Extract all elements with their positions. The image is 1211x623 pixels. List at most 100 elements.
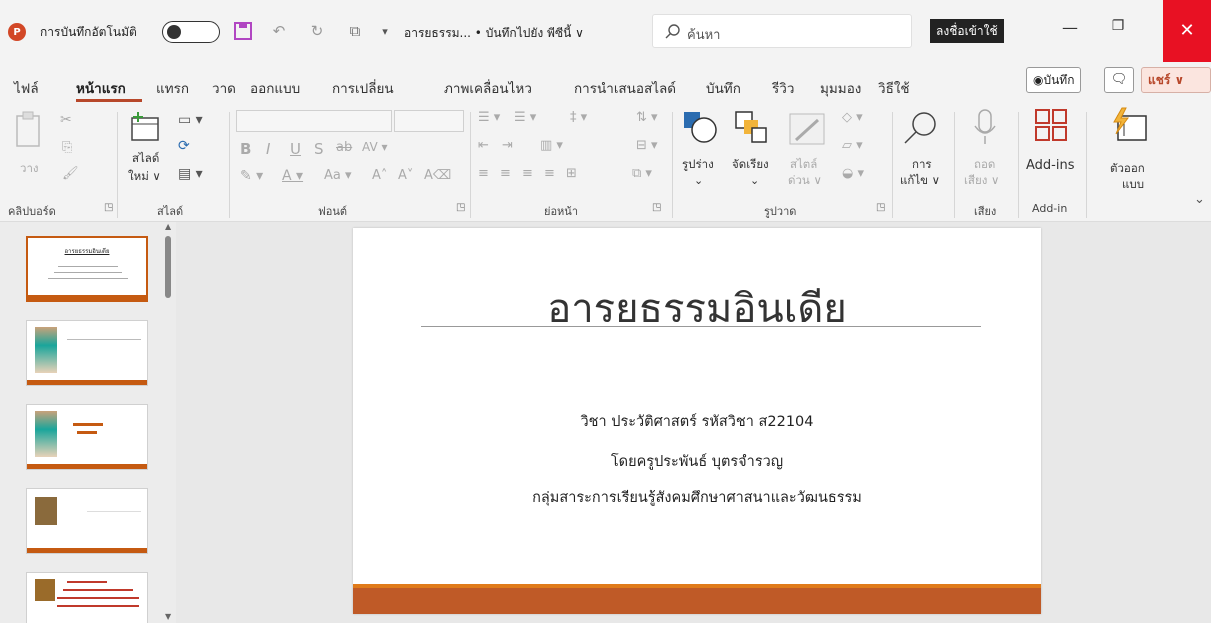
arrange-icon[interactable] — [734, 110, 770, 147]
find-icon[interactable] — [902, 110, 938, 149]
present-icon[interactable]: ⧉ — [344, 19, 366, 43]
tab-review[interactable]: รีวิว — [772, 77, 794, 99]
shapes-icon[interactable] — [682, 110, 718, 147]
font-launcher-icon[interactable]: ◳ — [456, 202, 465, 213]
quick-styles-dropdown[interactable]: ด่วน ∨ — [788, 172, 822, 190]
shape-outline-icon[interactable]: ▱ ▾ — [842, 138, 863, 153]
align-center-icon[interactable]: ≡ — [500, 166, 511, 181]
maximize-button[interactable]: ❐ — [1098, 18, 1138, 46]
line-spacing-icon[interactable]: ‡ ▾ — [570, 110, 587, 125]
slide-thumbnail-1[interactable]: อารยธรรมอินเดีย — [26, 236, 148, 302]
tab-home[interactable]: หน้าแรก — [76, 77, 126, 99]
scrollbar-thumb[interactable] — [165, 236, 171, 298]
customize-toolbar-icon[interactable]: ▾ — [374, 19, 396, 43]
slide-thumbnail-4[interactable] — [26, 488, 148, 554]
tab-view[interactable]: มุมมอง — [820, 77, 861, 99]
bullets-icon[interactable]: ☰ ▾ — [478, 110, 500, 125]
columns-icon[interactable]: ▥ ▾ — [540, 138, 563, 153]
share-button[interactable]: แชร์ ∨ — [1141, 67, 1211, 93]
shapes-dropdown-icon[interactable]: ⌄ — [694, 174, 703, 187]
align-text-icon[interactable]: ⊟ ▾ — [636, 138, 658, 153]
tab-slideshow[interactable]: การนำเสนอสไลด์ — [574, 77, 676, 99]
collapse-ribbon-icon[interactable]: ⌄ — [1194, 192, 1205, 207]
smartart-icon[interactable]: ⧉ ▾ — [632, 166, 652, 181]
shadow-icon[interactable]: S — [314, 140, 324, 158]
search-input[interactable]: ค้นหา — [652, 14, 912, 48]
increase-font-icon[interactable]: A˄ — [372, 168, 387, 183]
slide-thumbnail-3[interactable] — [26, 404, 148, 470]
tab-help[interactable]: วิธีใช้ — [878, 77, 910, 99]
italic-icon[interactable]: I — [266, 140, 270, 158]
new-slide-icon[interactable] — [128, 110, 162, 147]
document-title[interactable]: อารยธรรม... • บันทึกไปยัง พีซีนี้ ∨ — [404, 24, 584, 43]
redo-icon[interactable]: ↻ — [306, 19, 328, 43]
font-color-icon[interactable]: A ▾ — [282, 168, 303, 184]
autosave-toggle[interactable] — [162, 21, 220, 43]
tab-insert[interactable]: แทรก — [156, 77, 189, 99]
font-name-select[interactable] — [236, 110, 392, 132]
paragraph-launcher-icon[interactable]: ◳ — [652, 202, 661, 213]
undo-icon[interactable]: ↶ — [268, 19, 290, 43]
change-case-icon[interactable]: Aa ▾ — [324, 168, 352, 183]
quick-styles-icon[interactable] — [788, 110, 828, 149]
slide-title[interactable]: อารยธรรมอินเดีย — [353, 276, 1041, 340]
shapes-label[interactable]: รูปร่าง — [682, 156, 714, 174]
layout-icon[interactable]: ▭ ▾ — [178, 112, 203, 128]
slide-thumbnail-5[interactable] — [26, 572, 148, 623]
new-slide-dropdown[interactable]: ใหม่ ∨ — [128, 168, 161, 186]
text-direction-icon[interactable]: ⇅ ▾ — [636, 110, 658, 125]
close-button[interactable]: ✕ — [1163, 0, 1211, 62]
sign-in-button[interactable]: ลงชื่อเข้าใช้ — [930, 19, 1004, 43]
add-ins-label[interactable]: Add-ins — [1026, 158, 1074, 173]
designer-icon[interactable] — [1110, 106, 1150, 147]
character-spacing-icon[interactable]: AV ▾ — [362, 140, 388, 154]
tab-draw[interactable]: วาด — [212, 77, 236, 99]
paste-icon[interactable] — [14, 110, 44, 153]
record-button[interactable]: ◉บันทึก — [1026, 67, 1082, 93]
slide-subtitle-line3[interactable]: กลุ่มสาระการเรียนรู้สังคมศึกษาศาสนาและวั… — [353, 486, 1041, 509]
cut-icon[interactable]: ✂ — [60, 112, 72, 128]
distributed-icon[interactable]: ⊞ — [566, 166, 577, 181]
scroll-down-icon[interactable]: ▼ — [165, 612, 171, 621]
tab-transitions[interactable]: การเปลี่ยน — [332, 77, 394, 99]
slide-canvas[interactable]: อารยธรรมอินเดีย วิชา ประวัติศาสตร์ รหัสว… — [353, 228, 1041, 614]
align-right-icon[interactable]: ≡ — [522, 166, 533, 181]
increase-indent-icon[interactable]: ⇥ — [502, 138, 513, 153]
microphone-icon[interactable] — [972, 108, 998, 151]
format-painter-icon[interactable]: 🖌 — [62, 166, 79, 181]
scroll-up-icon[interactable]: ▲ — [165, 222, 171, 231]
copy-icon[interactable]: ⎘ — [62, 140, 72, 155]
tab-design[interactable]: ออกแบบ — [250, 77, 300, 99]
decrease-indent-icon[interactable]: ⇤ — [478, 138, 489, 153]
tab-animations[interactable]: ภาพเคลื่อนไหว — [444, 77, 532, 99]
decrease-font-icon[interactable]: A˅ — [398, 168, 413, 183]
clipboard-launcher-icon[interactable]: ◳ — [104, 202, 113, 213]
align-left-icon[interactable]: ≡ — [478, 166, 489, 181]
clear-formatting-icon[interactable]: A⌫ — [424, 168, 451, 183]
justify-icon[interactable]: ≡ — [544, 166, 555, 181]
numbering-icon[interactable]: ☰ ▾ — [514, 110, 536, 125]
shape-effects-icon[interactable]: ◒ ▾ — [842, 166, 864, 181]
drawing-launcher-icon[interactable]: ◳ — [876, 202, 885, 213]
slide-subtitle-line2[interactable]: โดยครูประพันธ์ บุตรจำรวญ — [353, 450, 1041, 473]
bold-icon[interactable]: B — [240, 140, 251, 158]
add-ins-icon[interactable] — [1034, 108, 1068, 145]
save-icon[interactable] — [232, 19, 254, 43]
arrange-label[interactable]: จัดเรียง — [732, 156, 769, 174]
slide-thumbnail-2[interactable] — [26, 320, 148, 386]
editing-dropdown[interactable]: แก้ไข ∨ — [900, 172, 940, 190]
arrange-dropdown-icon[interactable]: ⌄ — [750, 174, 759, 187]
tab-record[interactable]: บันทึก — [706, 77, 741, 99]
comment-icon[interactable]: 🗨 — [1104, 67, 1134, 93]
slide-subtitle-line1[interactable]: วิชา ประวัติศาสตร์ รหัสวิชา ส22104 — [353, 410, 1041, 433]
section-icon[interactable]: ▤ ▾ — [178, 166, 203, 182]
tab-file[interactable]: ไฟล์ — [14, 77, 39, 99]
strikethrough-icon[interactable]: ab — [336, 140, 352, 155]
underline-icon[interactable]: U — [290, 140, 301, 158]
reset-icon[interactable]: ⟳ — [178, 138, 190, 154]
dictate-dropdown[interactable]: เสียง ∨ — [964, 172, 999, 190]
highlight-icon[interactable]: ✎ ▾ — [240, 168, 263, 184]
shape-fill-icon[interactable]: ◇ ▾ — [842, 110, 863, 125]
minimize-button[interactable]: — — [1050, 18, 1090, 46]
font-size-select[interactable] — [394, 110, 464, 132]
